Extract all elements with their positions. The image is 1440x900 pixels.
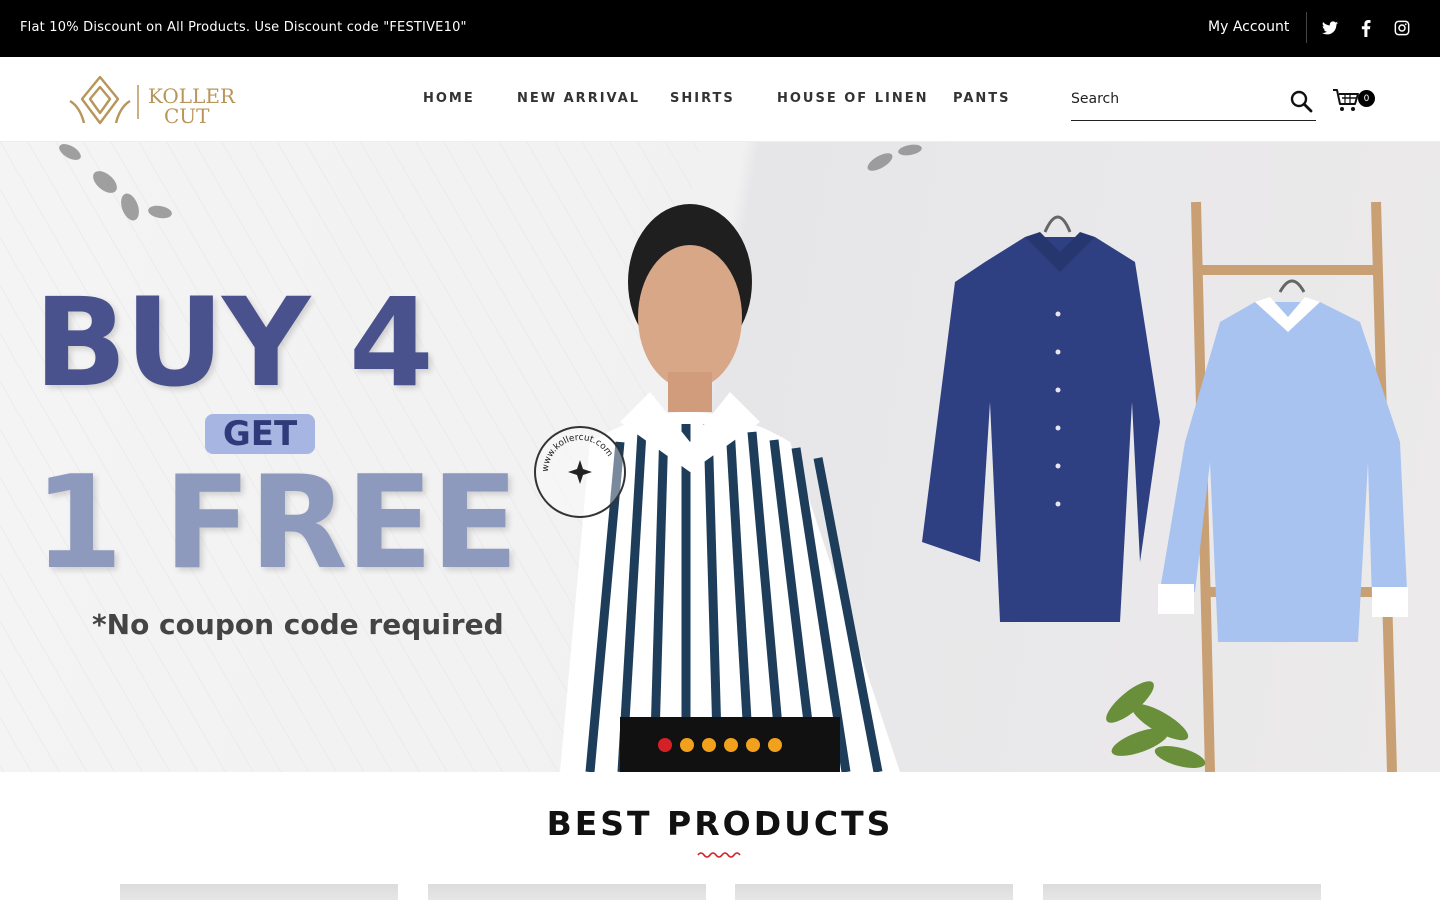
instagram-icon[interactable] — [1391, 17, 1413, 39]
search-box — [1071, 81, 1316, 121]
brand-logo[interactable]: KOLLER CUT — [68, 73, 238, 129]
twitter-icon[interactable] — [1319, 17, 1341, 39]
hero-banner[interactable]: BUY 4 GET 1 FREE *No coupon code require… — [0, 142, 1440, 772]
promo-text: Flat 10% Discount on All Products. Use D… — [20, 20, 467, 35]
svg-text:www.kollercut.com: www.kollercut.com — [541, 433, 615, 472]
slider-dot[interactable] — [768, 738, 782, 752]
slider-dot[interactable] — [724, 738, 738, 752]
slider-dot[interactable] — [702, 738, 716, 752]
slider-dots — [658, 738, 782, 752]
facebook-icon[interactable] — [1355, 17, 1377, 39]
search-input[interactable] — [1071, 87, 1281, 111]
my-account-link[interactable]: My Account — [1208, 19, 1289, 35]
slider-dot[interactable] — [680, 738, 694, 752]
hero-headline-buy: BUY 4 — [34, 272, 434, 414]
product-card[interactable] — [120, 884, 398, 900]
title-underline-decoration — [697, 852, 741, 858]
divider — [1306, 12, 1307, 43]
watermark-stamp: www.kollercut.com — [534, 426, 626, 518]
nav-shirts[interactable]: SHIRTS — [670, 91, 735, 106]
plant-decoration — [1106, 681, 1206, 768]
product-card[interactable] — [1043, 884, 1321, 900]
nav-home[interactable]: HOME — [423, 91, 475, 106]
hero-note: *No coupon code required — [92, 608, 504, 641]
brand-name-line2: CUT — [164, 104, 210, 128]
search-icon[interactable] — [1289, 89, 1313, 113]
product-card[interactable] — [428, 884, 706, 900]
nav-pants[interactable]: PANTS — [953, 91, 1011, 106]
site-header: KOLLER CUT HOME NEW ARRIVAL SHIRTS HOUSE… — [0, 57, 1440, 142]
nav-new-arrival[interactable]: NEW ARRIVAL — [517, 91, 640, 106]
cart-icon[interactable] — [1332, 87, 1360, 113]
cart-count-badge: 0 — [1358, 90, 1375, 107]
slider-dot[interactable] — [658, 738, 672, 752]
announcement-bar: Flat 10% Discount on All Products. Use D… — [0, 0, 1440, 57]
hero-headline-free: 1 FREE — [34, 449, 518, 598]
product-card[interactable] — [735, 884, 1013, 900]
section-title: BEST PRODUCTS — [546, 804, 894, 843]
slider-dot[interactable] — [746, 738, 760, 752]
navy-shirt — [922, 215, 1160, 622]
nav-house-of-linen[interactable]: HOUSE OF LINEN — [777, 91, 928, 106]
hero-get-badge: GET — [205, 414, 315, 454]
